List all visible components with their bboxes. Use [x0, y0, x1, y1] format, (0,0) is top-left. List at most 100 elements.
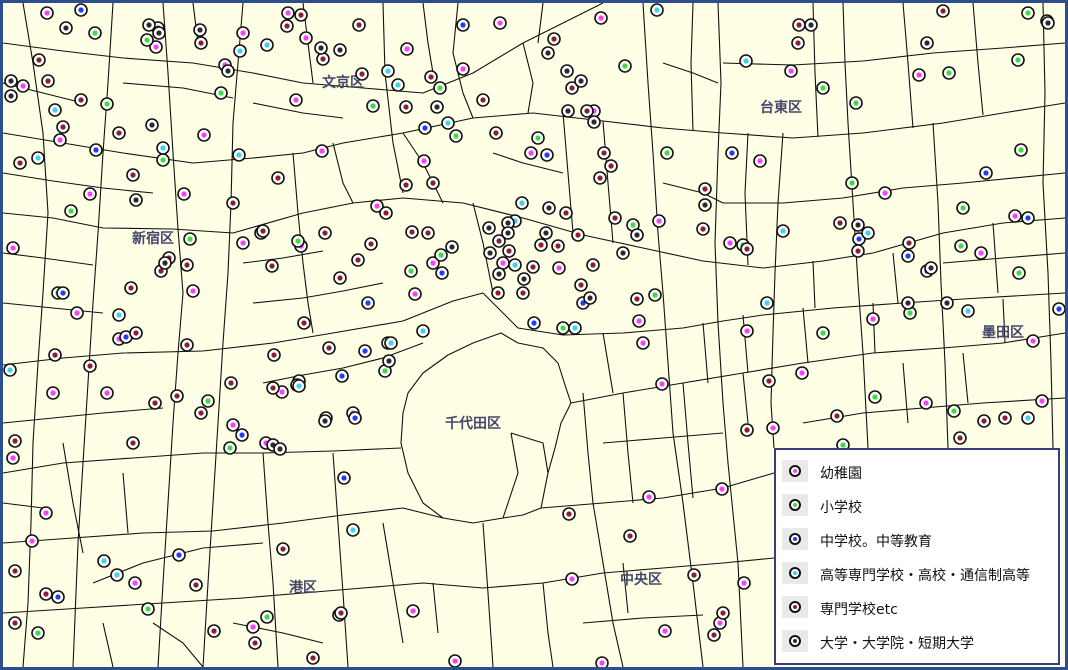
school-marker-vocational[interactable]: [56, 120, 70, 134]
school-marker-kindergarten[interactable]: [919, 396, 933, 410]
school-marker-vocational[interactable]: [405, 225, 419, 239]
school-marker-kindergarten[interactable]: [128, 576, 142, 590]
school-marker-vocational[interactable]: [580, 104, 594, 118]
school-marker-vocational[interactable]: [32, 53, 46, 67]
school-marker-university[interactable]: [924, 261, 938, 275]
school-marker-university[interactable]: [539, 226, 553, 240]
school-marker-kindergarten[interactable]: [652, 214, 666, 228]
school-marker-elementary[interactable]: [531, 131, 545, 145]
school-marker-high-school[interactable]: [97, 554, 111, 568]
school-marker-university[interactable]: [1041, 16, 1055, 30]
school-marker-kindergarten[interactable]: [784, 64, 798, 78]
school-marker-elementary[interactable]: [156, 153, 170, 167]
school-marker-kindergarten[interactable]: [632, 314, 646, 328]
school-marker-high-school[interactable]: [861, 226, 875, 240]
school-marker-vocational[interactable]: [189, 578, 203, 592]
school-marker-elementary[interactable]: [947, 404, 961, 418]
school-marker-vocational[interactable]: [267, 348, 281, 362]
school-marker-kindergarten[interactable]: [866, 312, 880, 326]
school-marker-high-school[interactable]: [650, 3, 664, 17]
school-marker-vocational[interactable]: [998, 411, 1012, 425]
school-marker-vocational[interactable]: [334, 606, 348, 620]
school-marker-university[interactable]: [145, 118, 159, 132]
school-marker-vocational[interactable]: [8, 616, 22, 630]
school-marker-university[interactable]: [142, 18, 156, 32]
school-marker-vocational[interactable]: [630, 292, 644, 306]
school-marker-high-school[interactable]: [156, 141, 170, 155]
school-marker-kindergarten[interactable]: [594, 11, 608, 25]
school-marker-vocational[interactable]: [716, 606, 730, 620]
school-marker-high-school[interactable]: [381, 64, 395, 78]
school-marker-kindergarten[interactable]: [400, 42, 414, 56]
school-marker-university[interactable]: [273, 442, 287, 456]
school-marker-elementary[interactable]: [868, 390, 882, 404]
school-marker-vocational[interactable]: [953, 431, 967, 445]
school-marker-vocational[interactable]: [276, 542, 290, 556]
school-marker-kindergarten[interactable]: [46, 386, 60, 400]
school-marker-kindergarten[interactable]: [6, 451, 20, 465]
school-marker-university[interactable]: [583, 291, 597, 305]
school-marker-vocational[interactable]: [318, 226, 332, 240]
school-marker-elementary[interactable]: [849, 96, 863, 110]
school-marker-secondary[interactable]: [1021, 211, 1035, 225]
school-marker-elementary[interactable]: [31, 626, 45, 640]
school-marker-high-school[interactable]: [31, 151, 45, 165]
school-marker-university[interactable]: [851, 218, 865, 232]
school-marker-vocational[interactable]: [8, 564, 22, 578]
school-marker-secondary[interactable]: [56, 286, 70, 300]
school-marker-university[interactable]: [698, 198, 712, 212]
school-marker-vocational[interactable]: [608, 211, 622, 225]
school-marker-vocational[interactable]: [489, 126, 503, 140]
school-marker-vocational[interactable]: [696, 222, 710, 236]
school-marker-elementary[interactable]: [845, 176, 859, 190]
school-marker-university[interactable]: [574, 74, 588, 88]
school-marker-secondary[interactable]: [348, 411, 362, 425]
school-marker-vocational[interactable]: [74, 93, 88, 107]
school-marker-vocational[interactable]: [180, 338, 194, 352]
school-marker-university[interactable]: [616, 246, 630, 260]
school-marker-vocational[interactable]: [126, 168, 140, 182]
school-marker-university[interactable]: [158, 256, 172, 270]
school-marker-elementary[interactable]: [1021, 6, 1035, 20]
school-marker-elementary[interactable]: [816, 326, 830, 340]
school-marker-kindergarten[interactable]: [642, 490, 656, 504]
school-marker-high-school[interactable]: [1021, 411, 1035, 425]
school-marker-kindergarten[interactable]: [715, 482, 729, 496]
school-marker-kindergarten[interactable]: [100, 386, 114, 400]
school-marker-kindergarten[interactable]: [226, 418, 240, 432]
school-marker-high-school[interactable]: [3, 363, 17, 377]
school-marker-kindergarten[interactable]: [246, 620, 260, 634]
school-marker-kindergarten[interactable]: [197, 128, 211, 142]
school-marker-elementary[interactable]: [201, 394, 215, 408]
school-marker-high-school[interactable]: [961, 304, 975, 318]
school-marker-secondary[interactable]: [335, 369, 349, 383]
school-marker-vocational[interactable]: [351, 253, 365, 267]
school-marker-elementary[interactable]: [618, 59, 632, 73]
school-marker-university[interactable]: [541, 46, 555, 60]
school-marker-vocational[interactable]: [421, 226, 435, 240]
school-marker-elementary[interactable]: [214, 86, 228, 100]
school-marker-high-school[interactable]: [346, 523, 360, 537]
school-marker-high-school[interactable]: [48, 103, 62, 117]
school-marker-secondary[interactable]: [361, 296, 375, 310]
school-marker-vocational[interactable]: [280, 19, 294, 33]
school-marker-vocational[interactable]: [830, 409, 844, 423]
school-marker-kindergarten[interactable]: [1035, 394, 1049, 408]
school-marker-kindergarten[interactable]: [737, 576, 751, 590]
school-marker-vocational[interactable]: [8, 434, 22, 448]
school-marker-elementary[interactable]: [1014, 143, 1028, 157]
school-marker-vocational[interactable]: [180, 258, 194, 272]
school-marker-university[interactable]: [560, 64, 574, 78]
school-marker-vocational[interactable]: [13, 156, 27, 170]
school-marker-kindergarten[interactable]: [6, 241, 20, 255]
school-marker-vocational[interactable]: [426, 176, 440, 190]
school-marker-vocational[interactable]: [491, 286, 505, 300]
school-marker-vocational[interactable]: [593, 171, 607, 185]
school-marker-vocational[interactable]: [224, 376, 238, 390]
school-marker-kindergarten[interactable]: [39, 506, 53, 520]
school-marker-vocational[interactable]: [126, 436, 140, 450]
school-marker-university[interactable]: [483, 246, 497, 260]
school-marker-secondary[interactable]: [456, 18, 470, 32]
school-marker-vocational[interactable]: [526, 260, 540, 274]
school-marker-elementary[interactable]: [291, 234, 305, 248]
